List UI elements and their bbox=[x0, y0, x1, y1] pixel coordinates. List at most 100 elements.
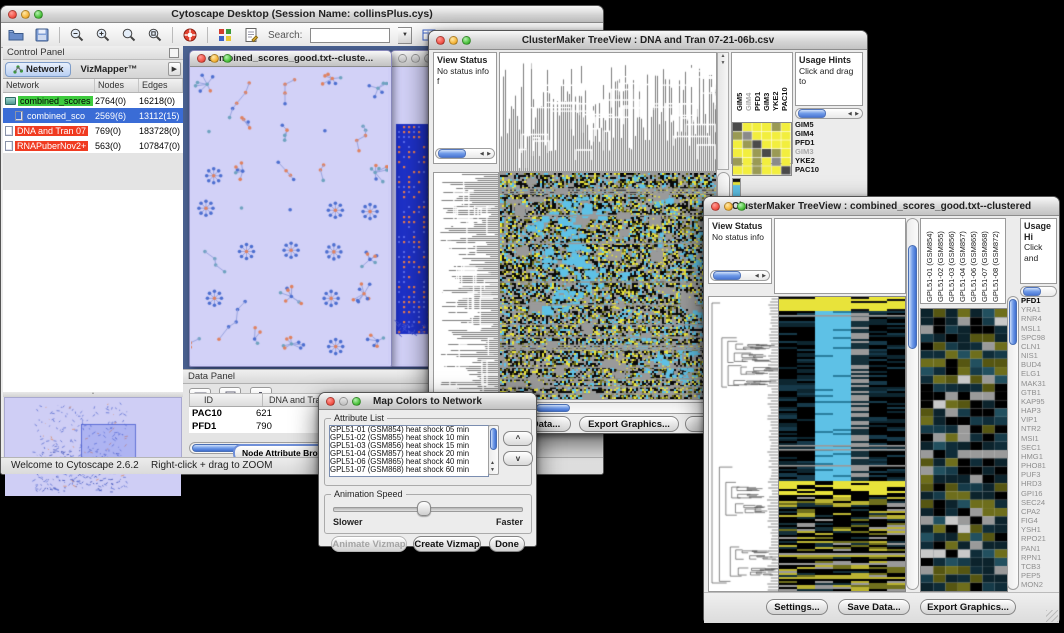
close-button[interactable] bbox=[398, 54, 407, 63]
tab-overflow-arrow[interactable]: ▶ bbox=[168, 62, 181, 76]
gene-label[interactable]: YRA1 bbox=[1021, 305, 1058, 314]
minimize-button[interactable] bbox=[411, 54, 420, 63]
gene-label[interactable]: HAP3 bbox=[1021, 406, 1058, 415]
dialog-titlebar[interactable]: Map Colors to Network bbox=[319, 393, 536, 410]
frame1-titlebar[interactable]: combined_scores_good.txt--cluste... bbox=[190, 51, 391, 67]
row-dendrogram-canvas[interactable] bbox=[433, 172, 499, 400]
column-dendrogram-canvas[interactable] bbox=[499, 52, 717, 172]
network-table-row[interactable]: combined_sco 2569(6) 13112(15) bbox=[3, 108, 183, 123]
global-heatmap-canvas[interactable] bbox=[778, 296, 906, 592]
close-button[interactable] bbox=[711, 202, 720, 211]
gene-list-vscrollbar[interactable] bbox=[1007, 296, 1019, 590]
gene-label[interactable]: SEC24 bbox=[1021, 498, 1058, 507]
column-tree-scrollbar[interactable]: ▲▼ bbox=[717, 52, 729, 170]
column-label[interactable]: GPL51-02 (GSM855) bbox=[936, 220, 947, 302]
gene-label[interactable]: MAK31 bbox=[1021, 379, 1058, 388]
gene-label[interactable]: VIP1 bbox=[1021, 415, 1058, 424]
settings-button[interactable]: Settings... bbox=[766, 599, 828, 615]
gene-label[interactable]: CPA2 bbox=[1021, 507, 1058, 516]
minimize-button[interactable] bbox=[339, 397, 348, 406]
zoom-out-icon[interactable] bbox=[68, 26, 86, 44]
zoom-heatmap-canvas[interactable] bbox=[920, 308, 1008, 592]
slider-thumb[interactable] bbox=[417, 501, 431, 516]
move-up-button[interactable]: ^ bbox=[503, 431, 533, 446]
minimize-button[interactable] bbox=[449, 36, 458, 45]
gene-label[interactable]: KAP95 bbox=[1021, 397, 1058, 406]
gene-label[interactable]: YSH1 bbox=[1021, 525, 1058, 534]
open-file-icon[interactable] bbox=[7, 26, 25, 44]
minimize-button[interactable] bbox=[210, 54, 219, 63]
column-label[interactable]: PFD1 bbox=[753, 55, 762, 111]
gene-label[interactable]: GPI16 bbox=[1021, 489, 1058, 498]
close-button[interactable] bbox=[197, 54, 206, 63]
gene-label[interactable]: HRD3 bbox=[1021, 479, 1058, 488]
main-heatmap-canvas[interactable] bbox=[499, 172, 717, 400]
view-status-scrollbar[interactable]: ◀ ▶ bbox=[710, 270, 770, 281]
gene-label[interactable]: PFD1 bbox=[795, 138, 839, 147]
gene-label[interactable]: RNR4 bbox=[1021, 314, 1058, 323]
view-status-scrollbar[interactable]: ◀ ▶ bbox=[435, 148, 495, 159]
gene-list-vscroll-thumb[interactable] bbox=[1009, 299, 1017, 345]
gene-label[interactable]: PEP5 bbox=[1021, 571, 1058, 580]
network-overview-canvas[interactable] bbox=[5, 398, 181, 496]
column-label[interactable]: GPL51-04 (GSM857) bbox=[958, 220, 969, 302]
column-label[interactable]: GPL51-01 (GSM854) bbox=[925, 220, 936, 302]
gene-label[interactable]: MSL1 bbox=[1021, 324, 1058, 333]
zoom-button[interactable] bbox=[737, 202, 746, 211]
gene-label[interactable]: RPO21 bbox=[1021, 534, 1058, 543]
tab-network[interactable]: Network bbox=[5, 62, 71, 77]
network-table-row[interactable]: RNAPuberNov2+ 563(0) 107847(0) bbox=[3, 138, 183, 153]
minimize-button[interactable] bbox=[724, 202, 733, 211]
zoom-fit-icon[interactable] bbox=[120, 26, 138, 44]
zoom-selected-icon[interactable] bbox=[146, 26, 164, 44]
column-label[interactable]: GPL51-07 (GSM868) bbox=[980, 220, 991, 302]
export-graphics-button[interactable]: Export Graphics... bbox=[920, 599, 1016, 615]
animate-vizmap-button[interactable]: Animate Vizmap bbox=[331, 536, 407, 552]
gene-label[interactable]: ELG1 bbox=[1021, 369, 1058, 378]
close-button[interactable] bbox=[436, 36, 445, 45]
heatmap-hscroll-thumb[interactable] bbox=[536, 404, 570, 412]
column-label[interactable]: GIM5 bbox=[735, 55, 744, 111]
help-lifesaver-icon[interactable] bbox=[181, 26, 199, 44]
attribute-list-scrollbar[interactable]: ▲ ▼ bbox=[488, 425, 499, 475]
done-button[interactable]: Done bbox=[489, 536, 525, 552]
column-label[interactable]: GIM3 bbox=[762, 55, 771, 111]
annotation-icon[interactable] bbox=[242, 26, 260, 44]
float-panel-icon[interactable] bbox=[169, 48, 179, 58]
column-label[interactable]: GPL51-08 (GSM872) bbox=[991, 220, 1002, 302]
vizmapper-icon[interactable] bbox=[216, 26, 234, 44]
main-titlebar[interactable]: Cytoscape Desktop (Session Name: collins… bbox=[1, 6, 603, 23]
scroll-up-arrow[interactable]: ▲ bbox=[490, 460, 495, 466]
column-label[interactable]: GPL51-06 (GSM865) bbox=[969, 220, 980, 302]
gene-label[interactable]: PUF3 bbox=[1021, 470, 1058, 479]
zoom-button[interactable] bbox=[462, 36, 471, 45]
global-vscrollbar[interactable] bbox=[906, 218, 919, 590]
gene-label[interactable]: PFD1 bbox=[1021, 296, 1058, 305]
network-table-row[interactable]: combined_scores 2764(0) 16218(0) bbox=[3, 93, 183, 108]
minimize-button[interactable] bbox=[21, 10, 30, 19]
close-button[interactable] bbox=[326, 397, 335, 406]
gene-label[interactable]: MON2 bbox=[1021, 580, 1058, 589]
attribute-scroll-thumb[interactable] bbox=[490, 428, 497, 450]
gene-label[interactable]: SPC98 bbox=[1021, 333, 1058, 342]
gene-label[interactable]: YKE2 bbox=[795, 156, 839, 165]
column-label[interactable]: GIM4 bbox=[744, 55, 753, 111]
row-dendrogram-canvas[interactable] bbox=[708, 296, 780, 592]
zoom-in-icon[interactable] bbox=[94, 26, 112, 44]
close-button[interactable] bbox=[8, 10, 17, 19]
gene-label[interactable]: PAC10 bbox=[795, 165, 839, 174]
gene-label[interactable]: PHO81 bbox=[1021, 461, 1058, 470]
zoom-button[interactable] bbox=[34, 10, 43, 19]
gene-label[interactable]: GTB1 bbox=[1021, 388, 1058, 397]
column-dendrogram-panel[interactable] bbox=[774, 218, 906, 294]
network-view-canvas-1[interactable] bbox=[191, 68, 388, 364]
gene-label[interactable]: CLN1 bbox=[1021, 342, 1058, 351]
move-down-button[interactable]: v bbox=[503, 451, 533, 466]
save-icon[interactable] bbox=[33, 26, 51, 44]
zoom-button[interactable] bbox=[223, 54, 232, 63]
save-data-button[interactable]: Save Data... bbox=[838, 599, 910, 615]
gene-label[interactable]: FIG4 bbox=[1021, 516, 1058, 525]
gene-label[interactable]: RPN1 bbox=[1021, 553, 1058, 562]
gene-label[interactable]: BUD4 bbox=[1021, 360, 1058, 369]
tab-vizmapper[interactable]: VizMapper™ bbox=[73, 63, 144, 76]
